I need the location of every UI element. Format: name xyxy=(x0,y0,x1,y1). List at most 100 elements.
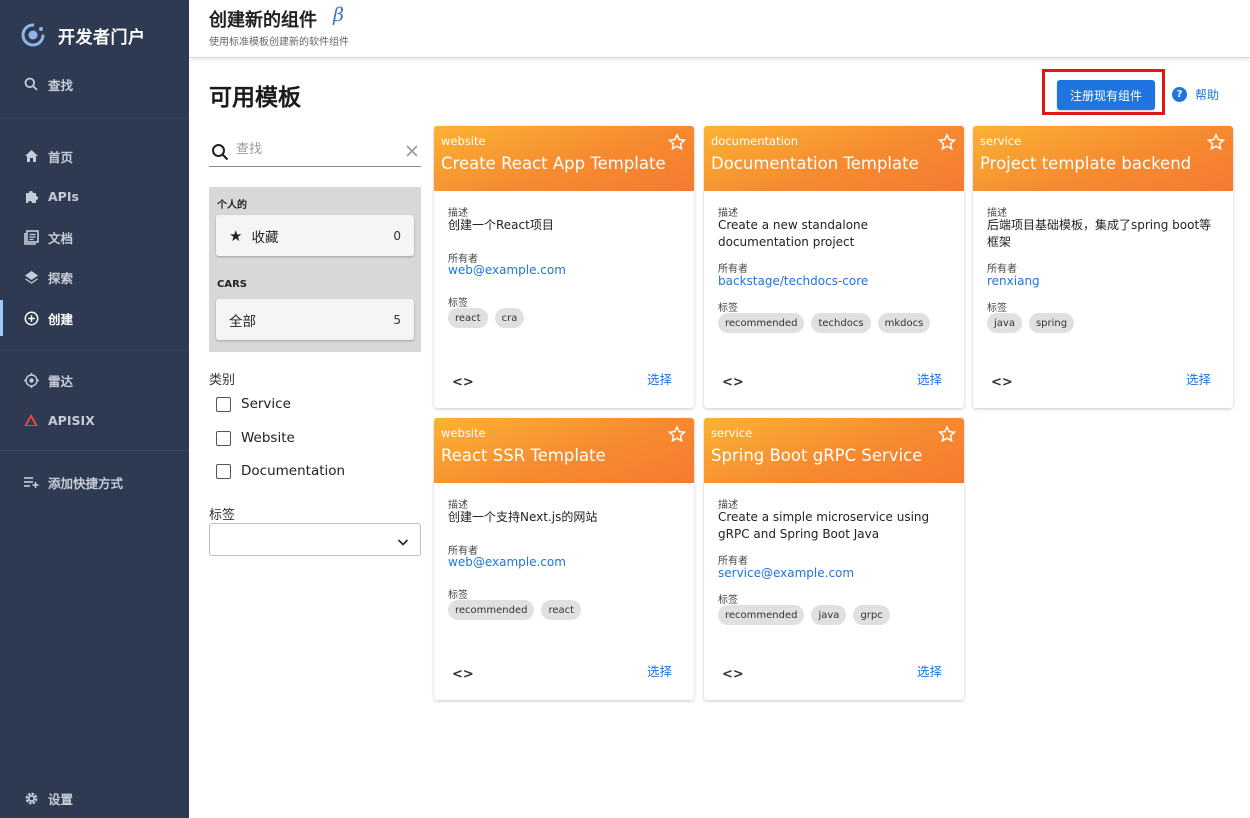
card-description: 创建一个支持Next.js的网站 xyxy=(448,510,598,524)
card-title: Create React App Template xyxy=(441,154,666,173)
checkbox[interactable] xyxy=(216,396,231,412)
checkbox[interactable] xyxy=(216,463,231,479)
tag-chip[interactable]: recommended xyxy=(718,605,805,625)
tag-chips: recommended react xyxy=(448,600,588,620)
personal-group-label: 个人的 xyxy=(217,200,247,211)
tag-chip[interactable]: recommended xyxy=(448,600,535,620)
choose-button[interactable]: 选择 xyxy=(917,369,942,388)
help-label: 帮助 xyxy=(1195,88,1220,102)
sidebar-item-label: APIs xyxy=(48,188,79,204)
code-icon[interactable]: <> xyxy=(722,375,744,390)
chevron-down-icon xyxy=(397,533,409,552)
home-icon xyxy=(22,147,40,165)
code-icon[interactable]: <> xyxy=(452,667,474,682)
sidebar-item-radar[interactable]: 雷达 xyxy=(0,362,189,398)
filter-all-count: 5 xyxy=(393,312,401,327)
brand-title: 开发者门户 xyxy=(58,27,146,48)
choose-button[interactable]: 选择 xyxy=(1186,369,1211,388)
clear-icon[interactable] xyxy=(405,143,419,162)
card-owner-link[interactable]: service@example.com xyxy=(718,566,854,580)
card-owner-link[interactable]: web@example.com xyxy=(448,555,566,569)
sidebar-item-explore[interactable]: 探索 xyxy=(0,259,189,295)
sidebar-item-home[interactable]: 首页 xyxy=(0,138,189,174)
category-checkbox-service[interactable]: Service xyxy=(216,396,291,412)
sidebar-item-label: 探索 xyxy=(48,270,74,286)
radar-icon xyxy=(22,371,40,389)
card-title: Spring Boot gRPC Service xyxy=(711,446,923,465)
tags-select[interactable] xyxy=(209,523,421,556)
card-title: Project template backend xyxy=(980,154,1192,173)
sidebar-divider xyxy=(0,118,189,119)
brand[interactable]: 开发者门户 xyxy=(20,22,146,48)
star-filled-icon: ★ xyxy=(229,226,243,245)
tag-chip[interactable]: cra xyxy=(494,308,525,328)
sidebar-item-label: 文档 xyxy=(48,230,74,246)
layers-icon xyxy=(22,268,40,286)
tag-chips: react cra xyxy=(448,308,531,328)
puzzle-icon xyxy=(22,187,40,205)
tag-chip[interactable]: react xyxy=(541,600,582,620)
choose-button[interactable]: 选择 xyxy=(647,369,672,388)
tags-label: 标签 xyxy=(448,590,468,601)
tag-chip[interactable]: spring xyxy=(1028,313,1075,333)
choose-button[interactable]: 选择 xyxy=(917,661,942,680)
tag-chip[interactable]: grpc xyxy=(853,605,890,625)
add-circle-icon xyxy=(22,309,40,327)
category-checkbox-website[interactable]: Website xyxy=(216,430,295,446)
search-input[interactable] xyxy=(236,142,396,157)
help-icon: ? xyxy=(1172,87,1187,102)
card-owner-link[interactable]: backstage/techdocs-core xyxy=(718,274,868,288)
choose-button[interactable]: 选择 xyxy=(647,661,672,680)
star-outline-icon[interactable] xyxy=(1206,133,1226,155)
code-icon[interactable]: <> xyxy=(452,375,474,390)
page-title: 可用模板 xyxy=(209,85,301,111)
template-search xyxy=(209,139,421,167)
sidebar-item-apisix[interactable]: APISIX xyxy=(0,402,189,438)
category-label: Website xyxy=(241,430,295,446)
sidebar-item-docs[interactable]: 文档 xyxy=(0,219,189,255)
tag-chip[interactable]: java xyxy=(811,605,847,625)
tag-chip[interactable]: react xyxy=(448,308,488,328)
template-card: website React SSR Template 描述 创建一个支持Next… xyxy=(434,418,694,700)
owner-label: 所有者 xyxy=(718,556,748,567)
sidebar-item-add-shortcut[interactable]: 添加快捷方式 xyxy=(0,464,189,500)
sidebar-divider xyxy=(0,350,189,351)
sidebar-item-label: 雷达 xyxy=(48,373,74,389)
code-icon[interactable]: <> xyxy=(991,375,1013,390)
star-outline-icon[interactable] xyxy=(667,425,687,447)
sidebar-item-label: 设置 xyxy=(48,791,74,807)
tag-chip[interactable]: techdocs xyxy=(811,313,871,333)
checkbox[interactable] xyxy=(216,430,231,446)
apisix-icon xyxy=(22,411,40,429)
card-owner-link[interactable]: renxiang xyxy=(987,274,1040,288)
star-outline-icon[interactable] xyxy=(937,133,957,155)
filter-favorites[interactable]: ★ 收藏 0 xyxy=(216,215,414,256)
tags-filter-label: 标签 xyxy=(209,508,236,523)
register-existing-component-button[interactable]: 注册现有组件 xyxy=(1057,80,1155,110)
tag-chips: java spring xyxy=(987,313,1081,333)
sidebar-item-settings[interactable]: 设置 xyxy=(0,780,189,816)
card-type: service xyxy=(711,426,753,440)
card-header: website Create React App Template xyxy=(434,126,694,191)
card-owner-link[interactable]: web@example.com xyxy=(448,263,566,277)
tag-chip[interactable]: java xyxy=(987,313,1022,333)
sidebar-search[interactable]: 查找 xyxy=(0,66,189,102)
logo-icon xyxy=(21,23,45,47)
help-button[interactable]: ? 帮助 xyxy=(1172,86,1219,103)
tag-chip[interactable]: recommended xyxy=(718,313,805,333)
filter-all[interactable]: 全部 5 xyxy=(216,299,414,340)
category-checkbox-documentation[interactable]: Documentation xyxy=(216,463,345,479)
category-label: Service xyxy=(241,396,291,412)
page-header-subtitle: 使用标准模板创建新的软件组件 xyxy=(209,37,349,48)
star-outline-icon[interactable] xyxy=(937,425,957,447)
org-group-label: CARS xyxy=(217,279,247,290)
template-card: website Create React App Template 描述 创建一… xyxy=(434,126,694,408)
tag-chip[interactable]: mkdocs xyxy=(877,313,931,333)
sidebar-item-label: 首页 xyxy=(48,149,74,165)
search-icon xyxy=(22,75,40,93)
code-icon[interactable]: <> xyxy=(722,667,744,682)
sidebar-item-apis[interactable]: APIs xyxy=(0,178,189,214)
sidebar-search-label: 查找 xyxy=(48,77,74,93)
sidebar-item-create[interactable]: 创建 xyxy=(0,300,189,336)
star-outline-icon[interactable] xyxy=(667,133,687,155)
